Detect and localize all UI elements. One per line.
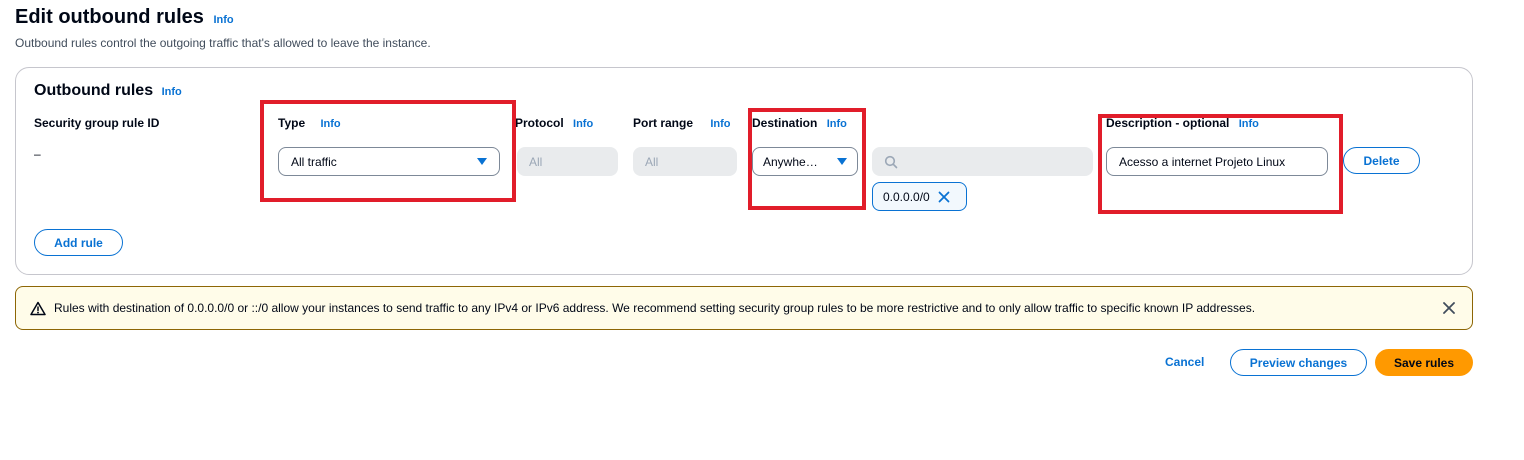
column-header-type: Type Info: [278, 116, 341, 130]
type-select[interactable]: All traffic: [278, 147, 500, 176]
rule-id-value: –: [34, 147, 41, 161]
destination-info-link[interactable]: Info: [827, 118, 847, 130]
save-rules-button[interactable]: Save rules: [1375, 349, 1473, 376]
destination-cidr-search[interactable]: [872, 147, 1093, 176]
add-rule-button[interactable]: Add rule: [34, 229, 123, 256]
chevron-down-icon: [837, 158, 847, 165]
page-description: Outbound rules control the outgoing traf…: [15, 36, 431, 50]
panel-title-text: Outbound rules: [34, 82, 154, 99]
column-header-destination-label: Destination: [752, 116, 818, 130]
column-header-destination: Destination Info: [752, 116, 847, 130]
column-header-type-label: Type: [278, 116, 306, 130]
preview-changes-button[interactable]: Preview changes: [1230, 349, 1367, 376]
close-icon[interactable]: [938, 191, 950, 203]
port-range-info-link[interactable]: Info: [710, 118, 730, 130]
page-title: Edit outbound rules Info: [15, 6, 234, 29]
column-header-protocol-label: Protocol: [515, 116, 564, 130]
protocol-field: All: [517, 147, 618, 176]
cancel-button[interactable]: Cancel: [1165, 355, 1204, 369]
port-range-field: All: [633, 147, 737, 176]
description-info-link[interactable]: Info: [1239, 118, 1259, 130]
cidr-token: 0.0.0.0/0: [872, 182, 967, 211]
destination-select-value: Anywhe…: [763, 154, 818, 169]
dismiss-icon[interactable]: [1443, 302, 1455, 314]
chevron-down-icon: [477, 158, 487, 165]
type-info-link[interactable]: Info: [320, 118, 340, 130]
destination-select[interactable]: Anywhe…: [752, 147, 858, 176]
page-title-text: Edit outbound rules: [15, 6, 204, 28]
protocol-info-link[interactable]: Info: [573, 118, 593, 130]
delete-button[interactable]: Delete: [1343, 147, 1420, 174]
search-icon: [884, 155, 898, 168]
description-input[interactable]: Acesso a internet Projeto Linux: [1106, 147, 1328, 176]
column-header-port-range-label: Port range: [633, 116, 694, 130]
warning-icon: [30, 301, 46, 315]
panel-info-link[interactable]: Info: [162, 86, 182, 98]
column-header-rule-id: Security group rule ID: [34, 116, 160, 130]
column-header-description-label: Description - optional: [1106, 116, 1230, 130]
cidr-token-label: 0.0.0.0/0: [883, 189, 930, 204]
warning-text: Rules with destination of 0.0.0.0/0 or :…: [54, 301, 1256, 315]
column-header-protocol: Protocol Info: [515, 116, 593, 130]
page-title-info-link[interactable]: Info: [213, 14, 233, 26]
type-select-value: All traffic: [291, 154, 337, 169]
panel-title: Outbound rules Info: [34, 82, 182, 100]
warning-alert: Rules with destination of 0.0.0.0/0 or :…: [15, 286, 1473, 330]
column-header-port-range: Port range Info: [633, 116, 731, 130]
column-header-description: Description - optional Info: [1106, 116, 1259, 130]
